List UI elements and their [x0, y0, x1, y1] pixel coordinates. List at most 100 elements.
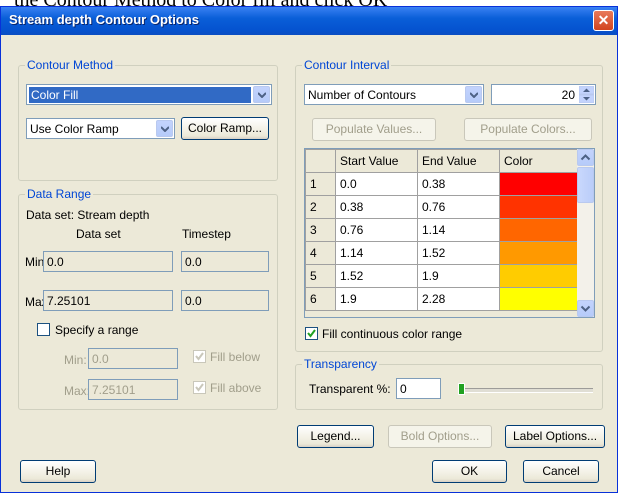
table-row: 2 0.38 0.76: [305, 195, 578, 219]
row-number: 2: [305, 195, 336, 219]
table-row: 4 1.14 1.52: [305, 241, 578, 265]
max-data-set-value: 7.25101: [47, 294, 91, 308]
table-row: 3 0.76 1.14: [305, 218, 578, 242]
row-number: 3: [305, 218, 336, 242]
range-max-field[interactable]: 7.25101: [88, 379, 178, 400]
data-set-column-header: Data set: [76, 227, 121, 241]
timestep-column-header: Timestep: [182, 227, 231, 241]
range-min-label: Min:: [64, 353, 87, 367]
populate-values-button[interactable]: Populate Values...: [312, 118, 436, 141]
chevron-down-icon[interactable]: [465, 86, 482, 103]
help-button[interactable]: Help: [20, 460, 96, 483]
color-header: Color: [499, 149, 578, 173]
bold-options-button[interactable]: Bold Options...: [388, 425, 492, 448]
title-bar[interactable]: Stream depth Contour Options ✕: [1, 7, 617, 35]
specify-range-checkbox[interactable]: [37, 323, 50, 336]
color-swatch-cell[interactable]: [499, 264, 578, 288]
start-value-cell[interactable]: 1.9: [335, 287, 418, 311]
fill-continuous-checkbox[interactable]: [305, 327, 318, 340]
data-range-label: Data Range: [25, 187, 94, 201]
table-scrollbar[interactable]: [577, 149, 594, 317]
row-number-header: [305, 149, 336, 173]
spinner-arrows-icon[interactable]: [578, 85, 595, 104]
color-swatch-cell[interactable]: [499, 287, 578, 311]
max-data-set-field: 7.25101: [43, 290, 173, 311]
contour-method-value: Color Fill: [29, 87, 251, 103]
start-value-header: Start Value: [335, 149, 418, 173]
table-row: 6 1.9 2.28: [305, 287, 578, 311]
color-swatch-cell[interactable]: [499, 172, 578, 196]
dialog-title: Stream depth Contour Options: [9, 12, 199, 27]
transparency-label: Transparency: [302, 357, 379, 371]
cancel-button[interactable]: Cancel: [523, 460, 599, 483]
end-value-cell[interactable]: 0.76: [417, 195, 500, 219]
start-value-cell[interactable]: 1.14: [335, 241, 418, 265]
color-swatch-cell[interactable]: [499, 241, 578, 265]
fill-below-label: Fill below: [210, 350, 261, 364]
table-header-row: Start Value End Value Color: [305, 149, 578, 173]
legend-button[interactable]: Legend...: [297, 425, 374, 448]
color-ramp-select[interactable]: Use Color Ramp: [26, 118, 175, 139]
fill-below-checkbox[interactable]: [193, 350, 206, 363]
chevron-down-icon[interactable]: [253, 86, 270, 103]
end-value-cell[interactable]: 2.28: [417, 287, 500, 311]
scroll-down-icon[interactable]: [577, 300, 594, 317]
max-timestep-field: 0.0: [181, 290, 269, 311]
fill-above-label: Fill above: [210, 381, 262, 395]
contour-table: Start Value End Value Color 1 0.0 0.38 2…: [304, 148, 595, 318]
range-max-value: 7.25101: [92, 383, 136, 397]
min-timestep-field: 0.0: [181, 251, 269, 272]
interval-type-value: Number of Contours: [308, 88, 417, 102]
transparent-percent-value: 0: [400, 382, 407, 396]
end-value-cell[interactable]: 1.14: [417, 218, 500, 242]
label-options-button[interactable]: Label Options...: [505, 425, 605, 448]
contour-count-spinner[interactable]: 20: [491, 84, 596, 105]
data-set-name: Data set: Stream depth: [26, 208, 150, 222]
contour-method-select[interactable]: Color Fill: [26, 84, 272, 105]
table-row: 1 0.0 0.38: [305, 172, 578, 196]
scroll-up-icon[interactable]: [577, 149, 594, 166]
row-number: 6: [305, 287, 336, 311]
color-swatch-cell[interactable]: [499, 218, 578, 242]
chevron-down-icon[interactable]: [156, 120, 173, 137]
ok-button[interactable]: OK: [432, 460, 507, 483]
start-value-cell[interactable]: 0.38: [335, 195, 418, 219]
end-value-cell[interactable]: 1.9: [417, 264, 500, 288]
contour-method-label: Contour Method: [25, 58, 116, 72]
range-min-field[interactable]: 0.0: [88, 348, 178, 369]
min-timestep-value: 0.0: [185, 255, 202, 269]
transparency-slider-thumb[interactable]: [458, 383, 465, 395]
table-row: 5 1.52 1.9: [305, 264, 578, 288]
end-value-header: End Value: [417, 149, 500, 173]
specify-range-label: Specify a range: [55, 323, 139, 337]
row-number: 1: [305, 172, 336, 196]
range-max-label: Max:: [64, 384, 91, 398]
end-value-cell[interactable]: 1.52: [417, 241, 500, 265]
max-timestep-value: 0.0: [185, 294, 202, 308]
start-value-cell[interactable]: 0.0: [335, 172, 418, 196]
min-data-set-field: 0.0: [43, 251, 173, 272]
fill-above-checkbox[interactable]: [193, 381, 206, 394]
row-number: 4: [305, 241, 336, 265]
populate-colors-button[interactable]: Populate Colors...: [464, 118, 592, 141]
fill-continuous-label: Fill continuous color range: [322, 327, 463, 341]
color-ramp-value: Use Color Ramp: [30, 122, 119, 136]
close-button[interactable]: ✕: [593, 10, 614, 31]
close-icon: ✕: [597, 12, 610, 28]
end-value-cell[interactable]: 0.38: [417, 172, 500, 196]
start-value-cell[interactable]: 1.52: [335, 264, 418, 288]
contour-interval-label: Contour Interval: [302, 58, 392, 72]
min-data-set-value: 0.0: [47, 255, 64, 269]
range-min-value: 0.0: [92, 352, 109, 366]
color-ramp-button[interactable]: Color Ramp...: [181, 117, 269, 140]
start-value-cell[interactable]: 0.76: [335, 218, 418, 242]
dialog-window: Stream depth Contour Options ✕ Contour M…: [0, 6, 618, 493]
row-number: 5: [305, 264, 336, 288]
scroll-thumb[interactable]: [577, 167, 594, 203]
color-swatch-cell[interactable]: [499, 195, 578, 219]
interval-type-select[interactable]: Number of Contours: [304, 84, 484, 105]
contour-count-value: 20: [561, 88, 575, 102]
transparent-percent-label: Transparent %:: [309, 382, 391, 396]
transparent-percent-input[interactable]: 0: [396, 378, 441, 399]
transparency-slider-track[interactable]: [461, 388, 593, 393]
